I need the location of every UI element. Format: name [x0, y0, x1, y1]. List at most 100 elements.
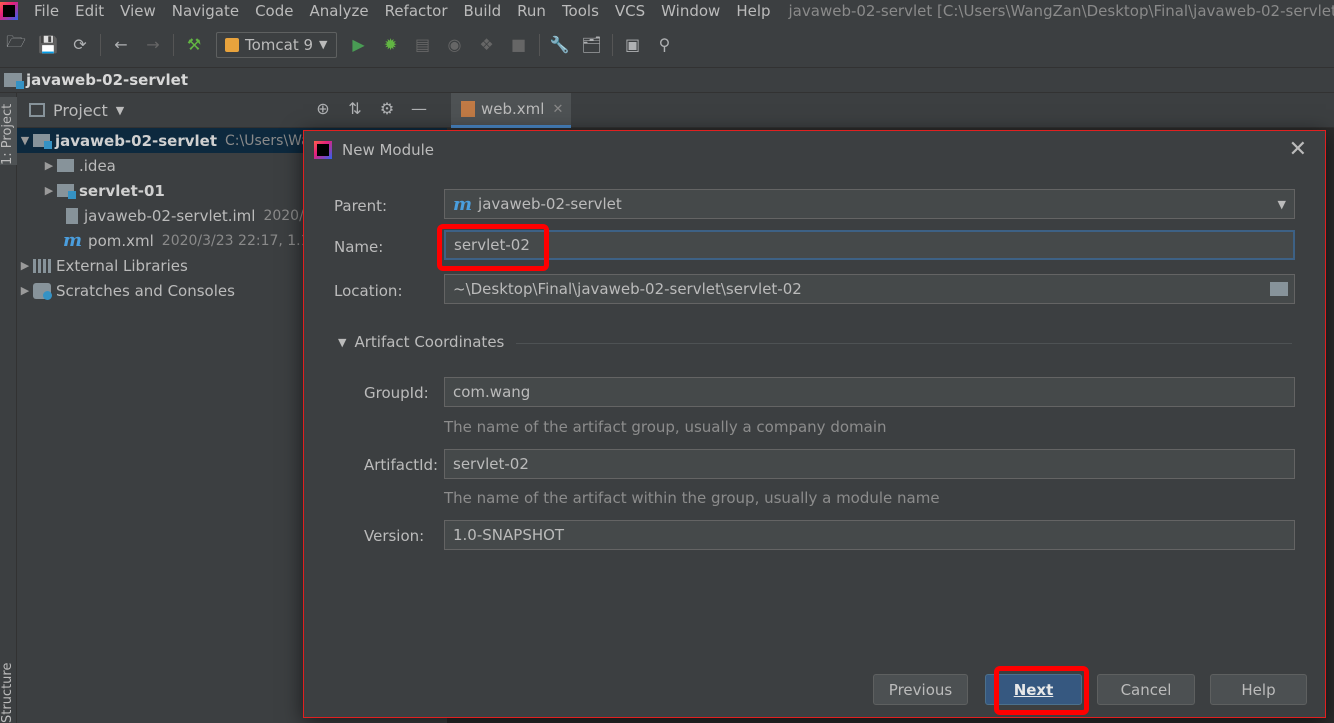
attach-icon[interactable]: ❖ — [476, 34, 498, 56]
sync-icon[interactable]: ⟳ — [69, 34, 91, 56]
project-structure-icon[interactable]: 🗂 — [581, 34, 603, 56]
locate-icon[interactable]: ⊕ — [311, 99, 335, 118]
menu-tools[interactable]: Tools — [554, 0, 607, 22]
tree-item-detail: C:\Users\Wa — [225, 132, 310, 149]
close-icon[interactable]: ✕ — [552, 102, 563, 117]
tree-item-scratches[interactable]: ▶ Scratches and Consoles — [17, 278, 235, 303]
profile-icon[interactable]: ◉ — [444, 34, 466, 56]
browse-folder-icon[interactable] — [1270, 282, 1288, 296]
tree-item-label: javaweb-02-servlet — [55, 131, 218, 150]
tree-item-label: .idea — [79, 156, 116, 175]
help-button[interactable]: Help — [1210, 674, 1307, 705]
chevron-down-icon[interactable]: ▼ — [116, 104, 124, 117]
location-field[interactable]: ~\Desktop\Final\javaweb-02-servlet\servl… — [444, 274, 1295, 304]
tree-item-iml[interactable]: javaweb-02-servlet.iml 2020/3 — [63, 203, 313, 228]
coverage-icon[interactable]: ▤ — [412, 34, 434, 56]
tomcat-icon — [225, 37, 239, 52]
collapse-all-icon[interactable]: ⇅ — [343, 99, 367, 118]
collapsed-arrow-icon[interactable]: ▶ — [17, 259, 33, 272]
stop-icon[interactable]: ■ — [508, 34, 530, 56]
breadcrumb: javaweb-02-servlet — [0, 68, 1334, 93]
parent-dropdown[interactable]: m javaweb-02-servlet ▼ — [444, 189, 1295, 219]
close-icon[interactable]: ✕ — [1289, 137, 1307, 162]
menu-run[interactable]: Run — [509, 0, 554, 22]
name-field-highlight — [437, 224, 549, 271]
groupid-field[interactable]: com.wang — [444, 377, 1295, 407]
gear-icon[interactable]: ⚙ — [375, 99, 399, 118]
collapsed-arrow-icon[interactable]: ▶ — [41, 184, 57, 197]
run-icon[interactable]: ▶ — [348, 34, 370, 56]
tree-item-label: servlet-01 — [79, 181, 165, 200]
back-icon[interactable]: ← — [110, 34, 132, 56]
forward-icon[interactable]: → — [142, 34, 164, 56]
menu-navigate[interactable]: Navigate — [164, 0, 247, 22]
xml-file-icon — [461, 101, 475, 117]
name-label: Name: — [334, 238, 384, 256]
maven-icon: m — [63, 230, 83, 251]
tab-label: web.xml — [481, 100, 545, 118]
dialog-title: New Module — [342, 141, 435, 159]
toolbar-separator — [538, 33, 540, 56]
save-icon[interactable]: 💾 — [37, 34, 59, 56]
structure-tool-window-button[interactable]: Structure — [0, 663, 17, 723]
terminal-icon[interactable]: ▣ — [622, 34, 644, 56]
project-view-icon — [29, 103, 45, 117]
artifactid-field[interactable]: servlet-02 — [444, 449, 1295, 479]
run-configuration-dropdown[interactable]: Tomcat 9 ▼ — [216, 31, 337, 58]
iml-file-icon — [66, 207, 78, 224]
breadcrumb-project[interactable]: javaweb-02-servlet — [26, 71, 188, 89]
version-value: 1.0-SNAPSHOT — [453, 526, 565, 544]
tree-item-pom[interactable]: m pom.xml 2020/3/23 22:17, 1.18 — [63, 228, 318, 253]
previous-button[interactable]: Previous — [873, 674, 968, 705]
open-folder-icon[interactable]: 🗁 — [5, 32, 27, 56]
left-tool-strip: 1: Project Structure — [0, 93, 17, 723]
menu-vcs[interactable]: VCS — [607, 0, 653, 22]
menu-edit[interactable]: Edit — [67, 0, 112, 22]
artifactid-value: servlet-02 — [453, 455, 529, 473]
menu-code[interactable]: Code — [247, 0, 301, 22]
maven-icon: m — [453, 193, 473, 215]
version-label: Version: — [364, 527, 425, 545]
menu-view[interactable]: View — [112, 0, 164, 22]
toolbar-separator — [611, 33, 613, 56]
location-label: Location: — [334, 282, 403, 300]
collapsed-arrow-icon[interactable]: ▶ — [41, 159, 57, 172]
artifactid-hint: The name of the artifact within the grou… — [444, 489, 940, 507]
hide-icon[interactable]: — — [407, 99, 431, 118]
section-title: Artifact Coordinates — [354, 333, 505, 351]
parent-value: javaweb-02-servlet — [478, 195, 622, 213]
debug-icon[interactable]: ✹ — [380, 34, 402, 56]
tree-item-external-libraries[interactable]: ▶ External Libraries — [17, 253, 188, 278]
project-view-selector[interactable]: Project — [53, 101, 108, 120]
expanded-arrow-icon[interactable]: ▼ — [17, 134, 33, 147]
menu-analyze[interactable]: Analyze — [301, 0, 376, 22]
menu-build[interactable]: Build — [456, 0, 510, 22]
cancel-button[interactable]: Cancel — [1097, 674, 1195, 705]
menu-help[interactable]: Help — [728, 0, 778, 22]
tree-item-idea[interactable]: ▶ .idea — [41, 153, 116, 178]
expanded-arrow-icon: ▼ — [338, 335, 347, 349]
settings-wrench-icon[interactable]: 🔧 — [549, 34, 571, 56]
folder-icon — [57, 159, 74, 172]
library-icon — [33, 258, 51, 273]
dialog-title-bar: New Module ✕ — [304, 131, 1325, 169]
project-tool-window-button[interactable]: 1: Project — [0, 97, 17, 165]
menu-window[interactable]: Window — [653, 0, 728, 22]
chevron-down-icon: ▼ — [1277, 198, 1286, 211]
module-folder-icon — [4, 73, 24, 89]
artifact-coordinates-toggle[interactable]: ▼ Artifact Coordinates — [338, 333, 504, 351]
name-field[interactable]: servlet-02 — [444, 230, 1295, 260]
toolbar-separator — [100, 33, 101, 56]
menu-file[interactable]: File — [26, 0, 67, 22]
collapsed-arrow-icon[interactable]: ▶ — [17, 284, 33, 297]
editor-tab-bar: web.xml ✕ — [447, 93, 1334, 128]
next-button-highlight — [994, 666, 1089, 715]
version-field[interactable]: 1.0-SNAPSHOT — [444, 520, 1295, 550]
menu-refactor[interactable]: Refactor — [377, 0, 456, 22]
toolbar-separator — [173, 33, 174, 56]
build-hammer-icon[interactable]: ⚒ — [183, 34, 205, 56]
tree-item-servlet-01[interactable]: ▶ servlet-01 — [41, 178, 165, 203]
tab-web-xml[interactable]: web.xml ✕ — [451, 93, 571, 128]
search-icon[interactable]: ⚲ — [654, 34, 676, 56]
groupid-hint: The name of the artifact group, usually … — [444, 418, 887, 436]
